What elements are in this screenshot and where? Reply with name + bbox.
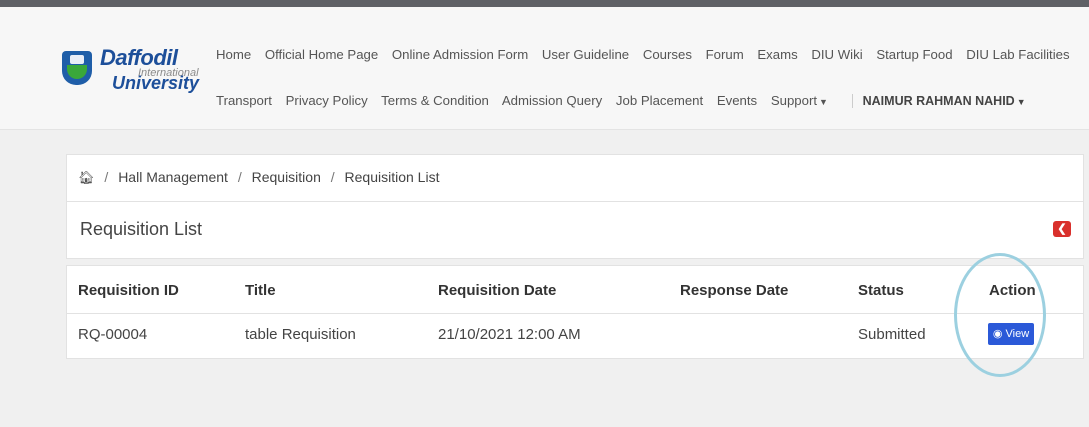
nav-user-guideline[interactable]: User Guideline <box>542 47 629 62</box>
user-menu-dropdown[interactable]: NAIMUR RAHMAN NAHID ▼ <box>851 94 1036 108</box>
nav-events[interactable]: Events <box>717 93 757 108</box>
nav-support-label: Support <box>770 93 818 108</box>
nav-forum[interactable]: Forum <box>706 47 744 62</box>
nav-privacy-policy[interactable]: Privacy Policy <box>286 93 368 108</box>
nav-row-1: Home Official Home Page Online Admission… <box>216 47 1080 62</box>
nav-startup-food[interactable]: Startup Food <box>876 47 952 62</box>
back-button[interactable]: ❮ <box>1053 221 1071 237</box>
page-title-bar: Requisition List ❮ <box>66 201 1084 259</box>
site-header: Daffodil International University Home O… <box>0 7 1089 130</box>
caret-down-icon: ▼ <box>819 97 828 107</box>
cell-title: table Requisition <box>245 326 356 343</box>
requisition-table: Requisition ID Title Requisition Date Re… <box>66 265 1084 359</box>
col-requisition-id: Requisition ID <box>78 282 179 299</box>
nav-courses[interactable]: Courses <box>643 47 692 62</box>
logo-text-university: University <box>112 73 200 93</box>
breadcrumb-separator: / <box>104 169 109 185</box>
nav-official-home-page[interactable]: Official Home Page <box>265 47 378 62</box>
highlight-circle <box>954 253 1046 377</box>
nav-exams[interactable]: Exams <box>757 47 797 62</box>
nav-support-dropdown[interactable]: Support ▼ <box>771 93 838 108</box>
top-bar <box>0 0 1089 7</box>
caret-down-icon: ▼ <box>1016 97 1026 107</box>
nav-diu-lab-facilities[interactable]: DIU Lab Facilities <box>966 47 1069 62</box>
user-name: NAIMUR RAHMAN NAHID <box>862 94 1015 108</box>
breadcrumb-separator: / <box>330 169 335 185</box>
nav-online-admission-form[interactable]: Online Admission Form <box>392 47 528 62</box>
breadcrumb-requisition-list: Requisition List <box>344 169 440 185</box>
nav-admission-query[interactable]: Admission Query <box>502 93 602 108</box>
nav-job-placement[interactable]: Job Placement <box>616 93 703 108</box>
home-icon[interactable]: 🏠︎ <box>78 170 95 185</box>
breadcrumb: 🏠︎ / Hall Management / Requisition / Req… <box>66 154 1084 202</box>
nav-diu-wiki[interactable]: DIU Wiki <box>811 47 862 62</box>
nav-row-2: Transport Privacy Policy Terms & Conditi… <box>216 93 1046 108</box>
table-header: Requisition ID Title Requisition Date Re… <box>67 266 1083 314</box>
col-requisition-date: Requisition Date <box>438 282 557 299</box>
nav-transport[interactable]: Transport <box>216 93 272 108</box>
university-logo[interactable]: Daffodil International University <box>62 45 202 95</box>
col-response-date: Response Date <box>680 282 789 299</box>
breadcrumb-hall-management[interactable]: Hall Management <box>118 169 228 185</box>
cell-status: Submitted <box>858 326 926 343</box>
crest-icon <box>62 51 92 85</box>
nav-terms-condition[interactable]: Terms & Condition <box>381 93 489 108</box>
col-title: Title <box>245 282 276 299</box>
breadcrumb-separator: / <box>237 169 242 185</box>
cell-requisition-date: 21/10/2021 12:00 AM <box>438 326 581 343</box>
cell-requisition-id: RQ-00004 <box>78 326 148 343</box>
nav-home[interactable]: Home <box>216 47 251 62</box>
breadcrumb-requisition[interactable]: Requisition <box>252 169 321 185</box>
col-status: Status <box>858 282 904 299</box>
page-title: Requisition List <box>80 219 203 239</box>
arrow-left-icon: ❮ <box>1057 223 1067 235</box>
